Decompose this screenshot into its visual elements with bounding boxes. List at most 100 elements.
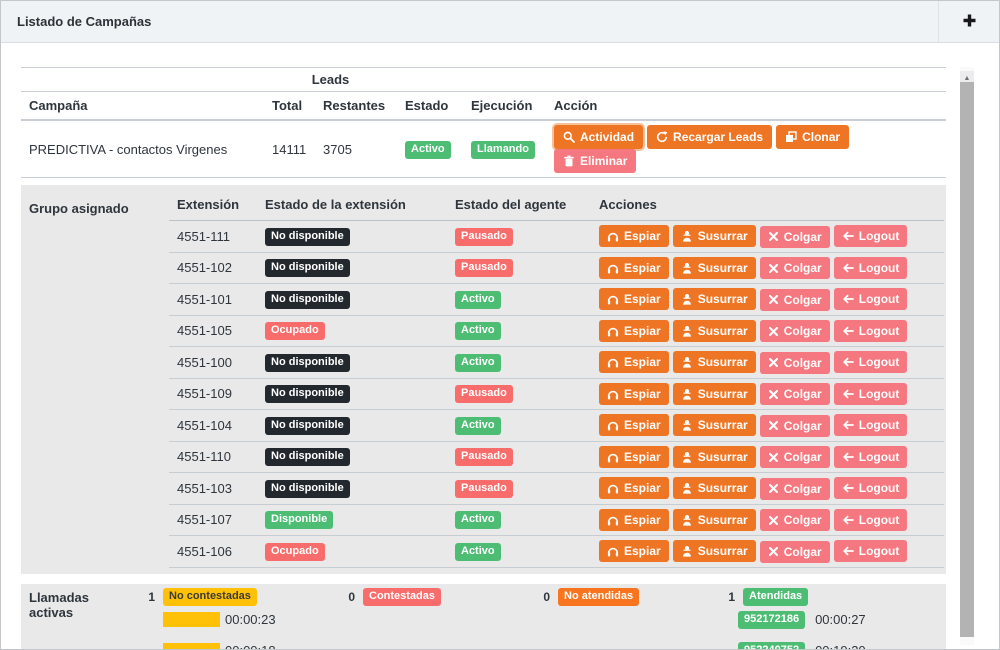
- left-arrow-icon: [842, 451, 854, 463]
- whisper-button[interactable]: Susurrar: [673, 509, 756, 531]
- hangup-button[interactable]: Colgar: [760, 478, 830, 500]
- hangup-button[interactable]: Colgar: [760, 289, 830, 311]
- add-campaign-button[interactable]: [939, 1, 999, 42]
- headphones-icon: [607, 514, 619, 526]
- row-actions-cell: Espiar Susurrar Colgar Logout: [591, 504, 944, 536]
- close-icon: [768, 231, 779, 242]
- whisper-button[interactable]: Susurrar: [673, 288, 756, 310]
- left-arrow-icon: [842, 419, 854, 431]
- whisper-button[interactable]: Susurrar: [673, 383, 756, 405]
- close-icon: [768, 357, 779, 368]
- spy-button[interactable]: Espiar: [599, 540, 669, 562]
- extension-state-badge: Disponible: [265, 511, 333, 529]
- whisper-button[interactable]: Susurrar: [673, 414, 756, 436]
- call-counter: 0 Contestadas: [341, 590, 536, 605]
- left-arrow-icon: [842, 325, 854, 337]
- hangup-button[interactable]: Colgar: [760, 509, 830, 531]
- window-body: Leads Campaña Total Restantes Estado Eje…: [1, 43, 999, 649]
- spy-button[interactable]: Espiar: [599, 288, 669, 310]
- whisper-button[interactable]: Susurrar: [673, 477, 756, 499]
- whisper-button[interactable]: Susurrar: [673, 225, 756, 247]
- logout-button[interactable]: Logout: [834, 320, 908, 342]
- logout-button[interactable]: Logout: [834, 383, 908, 405]
- whisper-icon: [681, 262, 693, 274]
- col-total: Total: [264, 92, 315, 121]
- assigned-group-section: Grupo asignado Extensión Estado de la ex…: [21, 185, 946, 574]
- call-counter: 1 No contestadas: [141, 590, 341, 605]
- delete-button[interactable]: Eliminar: [554, 149, 636, 173]
- logout-button[interactable]: Logout: [834, 351, 908, 373]
- scrollbar-thumb[interactable]: [960, 82, 974, 637]
- call-counter-column: 1 Atendidas 952172186 00:00:27 952240752…: [721, 590, 946, 650]
- left-arrow-icon: [842, 482, 854, 494]
- logout-button[interactable]: Logout: [834, 225, 908, 247]
- hangup-button[interactable]: Colgar: [760, 446, 830, 468]
- left-arrow-icon: [842, 293, 854, 305]
- spy-button[interactable]: Espiar: [599, 225, 669, 247]
- call-count: 1: [721, 590, 735, 604]
- spy-button[interactable]: Espiar: [599, 446, 669, 468]
- spy-button[interactable]: Espiar: [599, 383, 669, 405]
- spy-button[interactable]: Espiar: [599, 509, 669, 531]
- headphones-icon: [607, 388, 619, 400]
- extension-row: 4551-104 No disponible Activo Espiar Sus…: [169, 410, 944, 442]
- left-arrow-icon: [842, 545, 854, 557]
- page-title: Listado de Campañas: [17, 14, 151, 29]
- whisper-button[interactable]: Susurrar: [673, 446, 756, 468]
- hangup-button[interactable]: Colgar: [760, 383, 830, 405]
- hangup-button[interactable]: Colgar: [760, 352, 830, 374]
- up-arrow-icon: ▲: [964, 75, 971, 82]
- logout-button[interactable]: Logout: [834, 414, 908, 436]
- headphones-icon: [607, 356, 619, 368]
- call-counter-badge: No atendidas: [558, 588, 639, 606]
- whisper-icon: [681, 482, 693, 494]
- row-actions-cell: Espiar Susurrar Colgar Logout: [591, 347, 944, 379]
- call-timer: 00:00:18: [225, 643, 276, 650]
- campaign-row: PREDICTIVA - contactos Virgenes 14111 37…: [21, 120, 946, 178]
- headphones-icon: [607, 293, 619, 305]
- campaign-total: 14111: [264, 120, 315, 178]
- extensions-table: Extensión Estado de la extensión Estado …: [169, 189, 944, 568]
- campaign-remaining: 3705: [315, 120, 397, 178]
- hangup-button[interactable]: Colgar: [760, 320, 830, 342]
- left-arrow-icon: [842, 388, 854, 400]
- logout-button[interactable]: Logout: [834, 446, 908, 468]
- extension-row: 4551-105 Ocupado Activo Espiar Susurrar …: [169, 315, 944, 347]
- spy-button[interactable]: Espiar: [599, 320, 669, 342]
- whisper-icon: [681, 230, 693, 242]
- logout-button[interactable]: Logout: [834, 288, 908, 310]
- reload-leads-button[interactable]: Recargar Leads: [647, 125, 772, 149]
- hangup-button[interactable]: Colgar: [760, 257, 830, 279]
- extension-row: 4551-110 No disponible Pausado Espiar Su…: [169, 441, 944, 473]
- logout-button[interactable]: Logout: [834, 477, 908, 499]
- spy-button[interactable]: Espiar: [599, 257, 669, 279]
- left-arrow-icon: [842, 356, 854, 368]
- logout-button[interactable]: Logout: [834, 257, 908, 279]
- hangup-button[interactable]: Colgar: [760, 541, 830, 563]
- whisper-icon: [681, 356, 693, 368]
- row-actions-cell: Espiar Susurrar Colgar Logout: [591, 315, 944, 347]
- logout-button[interactable]: Logout: [834, 509, 908, 531]
- activity-button[interactable]: Actividad: [554, 125, 643, 149]
- whisper-button[interactable]: Susurrar: [673, 351, 756, 373]
- hangup-button[interactable]: Colgar: [760, 415, 830, 437]
- logout-button[interactable]: Logout: [834, 540, 908, 562]
- spy-button[interactable]: Espiar: [599, 414, 669, 436]
- whisper-button[interactable]: Susurrar: [673, 540, 756, 562]
- active-calls-section: Llamadas activas 1 No contestadas 00:00:…: [21, 584, 946, 650]
- campaign-actions-cell: Actividad Recargar Leads Clonar Eliminar: [546, 120, 946, 178]
- campaign-table-header-row: Campaña Total Restantes Estado Ejecución…: [21, 92, 946, 121]
- close-icon: [768, 546, 779, 557]
- clone-button[interactable]: Clonar: [776, 125, 849, 149]
- close-icon: [768, 326, 779, 337]
- vertical-scrollbar[interactable]: ▲: [960, 67, 974, 645]
- row-actions-cell: Espiar Susurrar Colgar Logout: [591, 410, 944, 442]
- spy-button[interactable]: Espiar: [599, 351, 669, 373]
- hangup-button[interactable]: Colgar: [760, 226, 830, 248]
- spy-button[interactable]: Espiar: [599, 477, 669, 499]
- whisper-button[interactable]: Susurrar: [673, 320, 756, 342]
- left-arrow-icon: [842, 262, 854, 274]
- call-timer: 00:00:27: [815, 612, 866, 627]
- whisper-icon: [681, 419, 693, 431]
- whisper-button[interactable]: Susurrar: [673, 257, 756, 279]
